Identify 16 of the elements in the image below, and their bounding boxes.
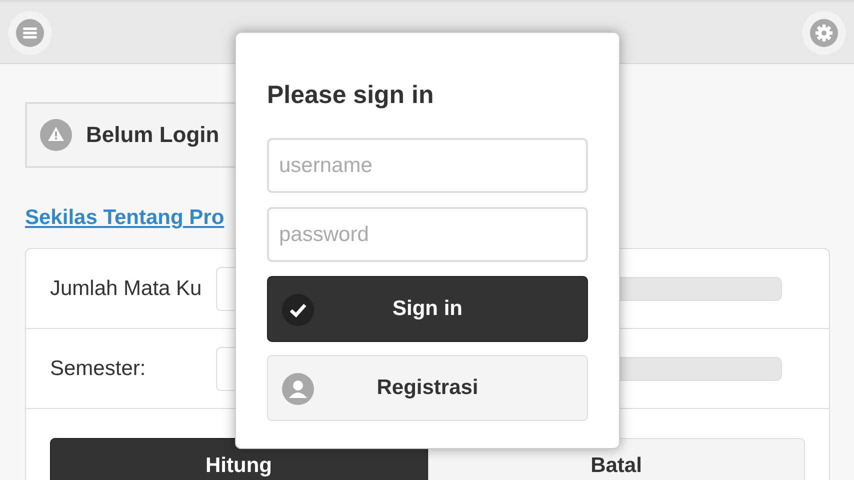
login-status-text: Belum Login	[86, 122, 220, 148]
popup-title: Please sign in	[267, 81, 435, 110]
register-button[interactable]: Registrasi	[267, 355, 588, 421]
sign-in-button[interactable]: Sign in	[267, 276, 588, 342]
field-label: Jumlah Mata Ku	[50, 276, 203, 300]
settings-icon	[810, 18, 838, 46]
user-icon	[282, 373, 314, 405]
check-icon	[282, 294, 314, 326]
username-field[interactable]: username	[267, 138, 588, 193]
menu-icon	[16, 18, 44, 46]
warning-icon	[40, 119, 72, 151]
settings-button[interactable]	[802, 10, 846, 54]
field-label: Semester:	[50, 356, 147, 380]
menu-button[interactable]	[8, 10, 52, 54]
about-link[interactable]: Sekilas Tentang Pro	[25, 206, 224, 230]
password-field[interactable]: password	[267, 207, 588, 262]
